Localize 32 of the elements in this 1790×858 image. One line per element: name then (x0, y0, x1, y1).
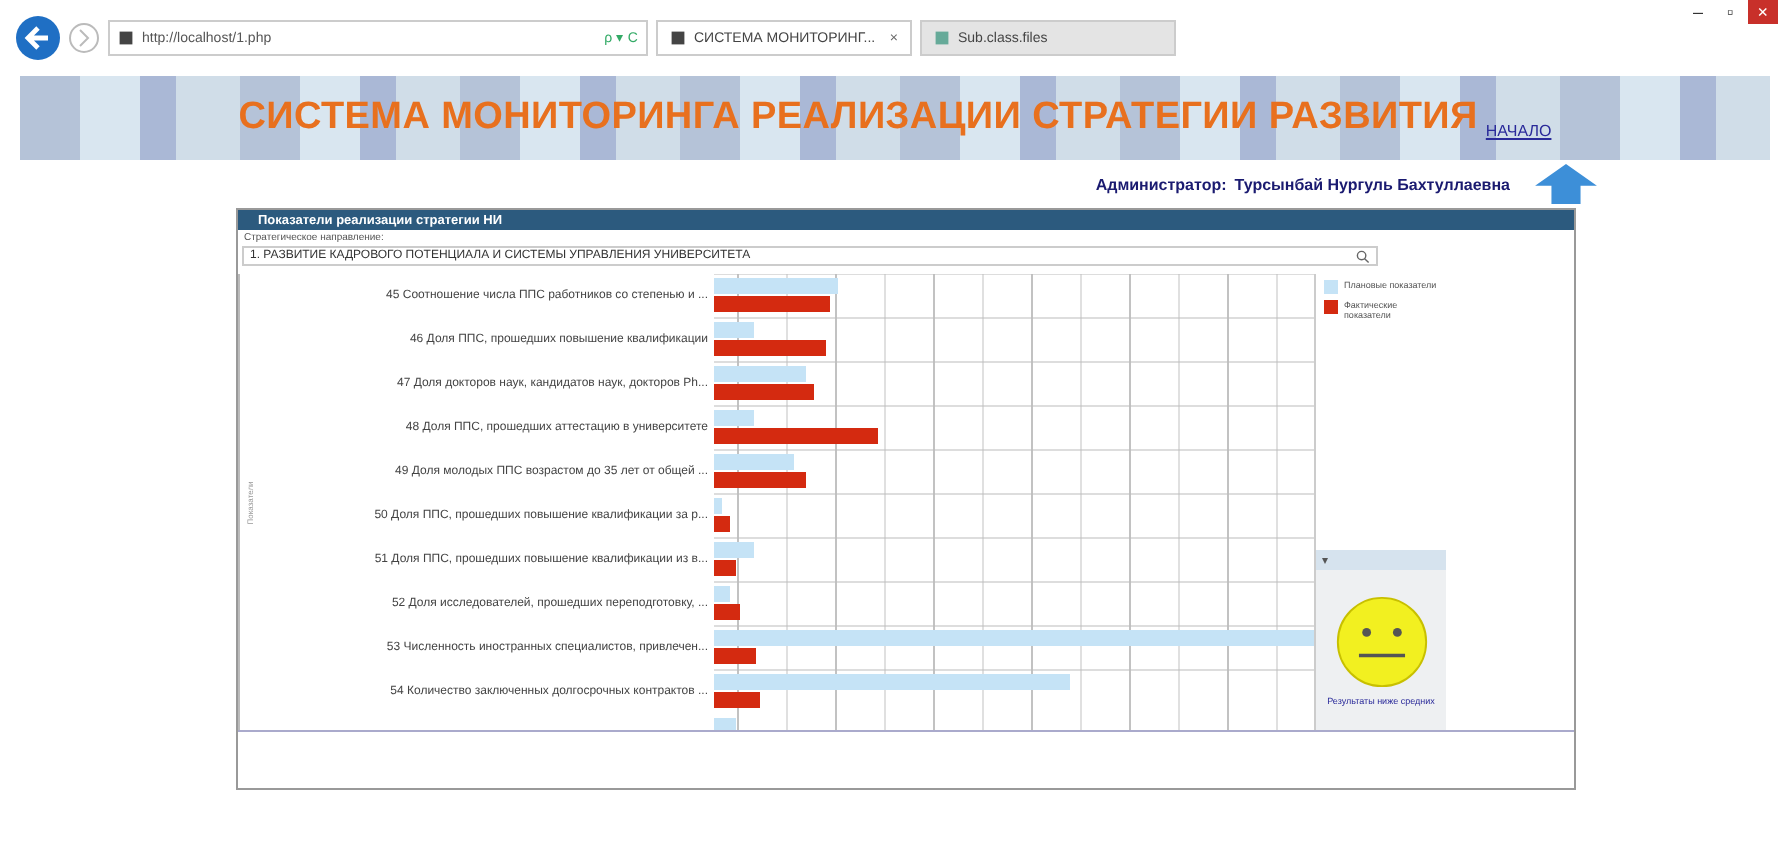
search-icon[interactable] (1356, 249, 1370, 263)
page-icon (670, 30, 686, 46)
site-title: СИСТЕМА МОНИТОРИНГА РЕАЛИЗАЦИИ СТРАТЕГИИ РАЗВИТИЯ (238, 96, 1478, 140)
plan-bar (714, 454, 794, 470)
actual-bar (714, 384, 814, 400)
back-icon[interactable] (16, 16, 60, 60)
plan-bar (714, 498, 722, 514)
actual-bar (714, 604, 740, 620)
plan-bar (714, 366, 806, 382)
page-icon (934, 30, 950, 46)
plan-bar (714, 586, 730, 602)
actual-bar (714, 296, 830, 312)
actual-bar (714, 340, 826, 356)
up-arrow-icon[interactable] (1534, 164, 1598, 204)
window-control[interactable]: ▫ (1717, 0, 1744, 24)
user-role: Администратор: (1095, 175, 1227, 193)
actual-bar (714, 516, 730, 532)
home-link[interactable]: НАЧАЛО (1485, 122, 1552, 140)
window-control[interactable]: – (1683, 0, 1714, 24)
plan-bar (714, 322, 754, 338)
page-icon (118, 30, 134, 46)
window-control[interactable]: × (1747, 0, 1778, 24)
plan-bar (714, 718, 736, 730)
plan-bar (714, 278, 838, 294)
plan-bar (714, 410, 754, 426)
actual-bar (714, 648, 756, 664)
actual-bar (714, 692, 760, 708)
smiley-icon (1333, 594, 1429, 690)
user-name: Турсынбай Нургуль Бахтуллаевна (1234, 175, 1510, 193)
actual-bar (714, 560, 736, 576)
plan-bar (714, 542, 754, 558)
actual-bar (714, 472, 806, 488)
